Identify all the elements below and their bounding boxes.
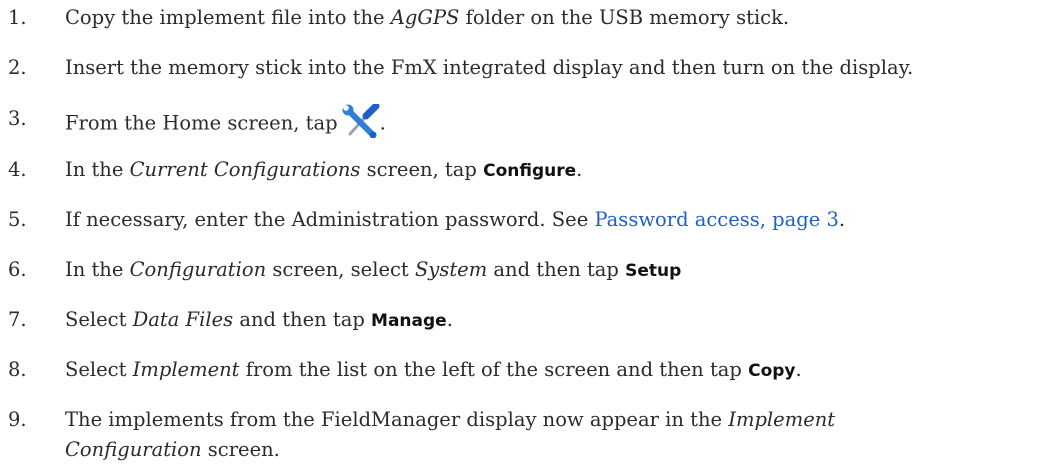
- step-number: 3.: [8, 107, 27, 130]
- step-text: Insert the memory stick into the FmX int…: [65, 56, 914, 79]
- step-text: From the Home screen, tap .: [65, 102, 386, 141]
- wrench-screwdriver-icon[interactable]: [342, 102, 380, 139]
- step-number: 6.: [8, 258, 27, 281]
- step-text: If necessary, enter the Administration p…: [65, 208, 846, 231]
- step-text: Copy the implement file into the AgGPS f…: [65, 6, 790, 29]
- step-text: Select Implement from the list on the le…: [65, 358, 802, 381]
- step-number: 2.: [8, 56, 27, 79]
- step-number: 4.: [8, 158, 27, 181]
- manage-button-label: Manage: [371, 311, 447, 331]
- step-text: In the Configuration screen, select Syst…: [65, 258, 682, 281]
- step-text: In the Current Configurations screen, ta…: [65, 158, 583, 181]
- setup-button-label: Setup: [625, 261, 682, 281]
- step-number: 7.: [8, 308, 27, 331]
- step-number: 9.: [8, 408, 27, 431]
- password-access-link[interactable]: Password access, page 3: [594, 208, 838, 231]
- configure-button-label: Configure: [483, 161, 577, 181]
- copy-button-label: Copy: [748, 361, 796, 381]
- step-number: 8.: [8, 358, 27, 381]
- step-number: 1.: [8, 6, 27, 29]
- step-text: Select Data Files and then tap Manage.: [65, 308, 453, 331]
- step-number: 5.: [8, 208, 27, 231]
- step-text: The implements from the FieldManager dis…: [65, 408, 836, 461]
- folder-name: AgGPS: [390, 6, 460, 29]
